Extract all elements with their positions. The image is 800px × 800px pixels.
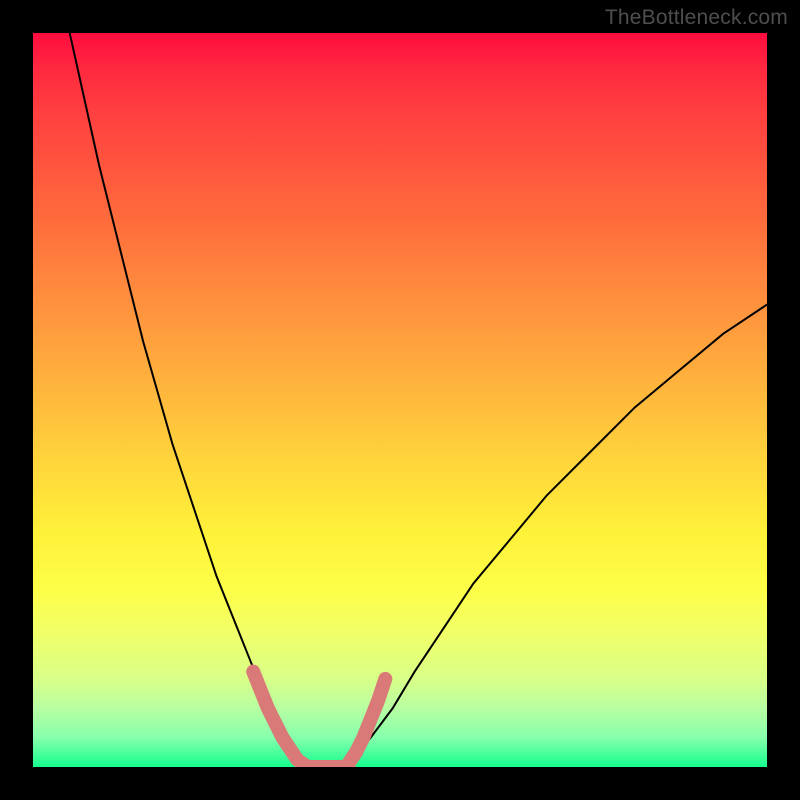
right-curve xyxy=(341,305,767,767)
marker-band-segment xyxy=(349,679,386,763)
chart-frame: TheBottleneck.com xyxy=(0,0,800,800)
plot-area xyxy=(33,33,767,767)
watermark-text: TheBottleneck.com xyxy=(605,6,788,30)
curve-layer xyxy=(33,33,767,767)
marker-band-segment xyxy=(253,672,304,765)
left-curve xyxy=(70,33,312,767)
